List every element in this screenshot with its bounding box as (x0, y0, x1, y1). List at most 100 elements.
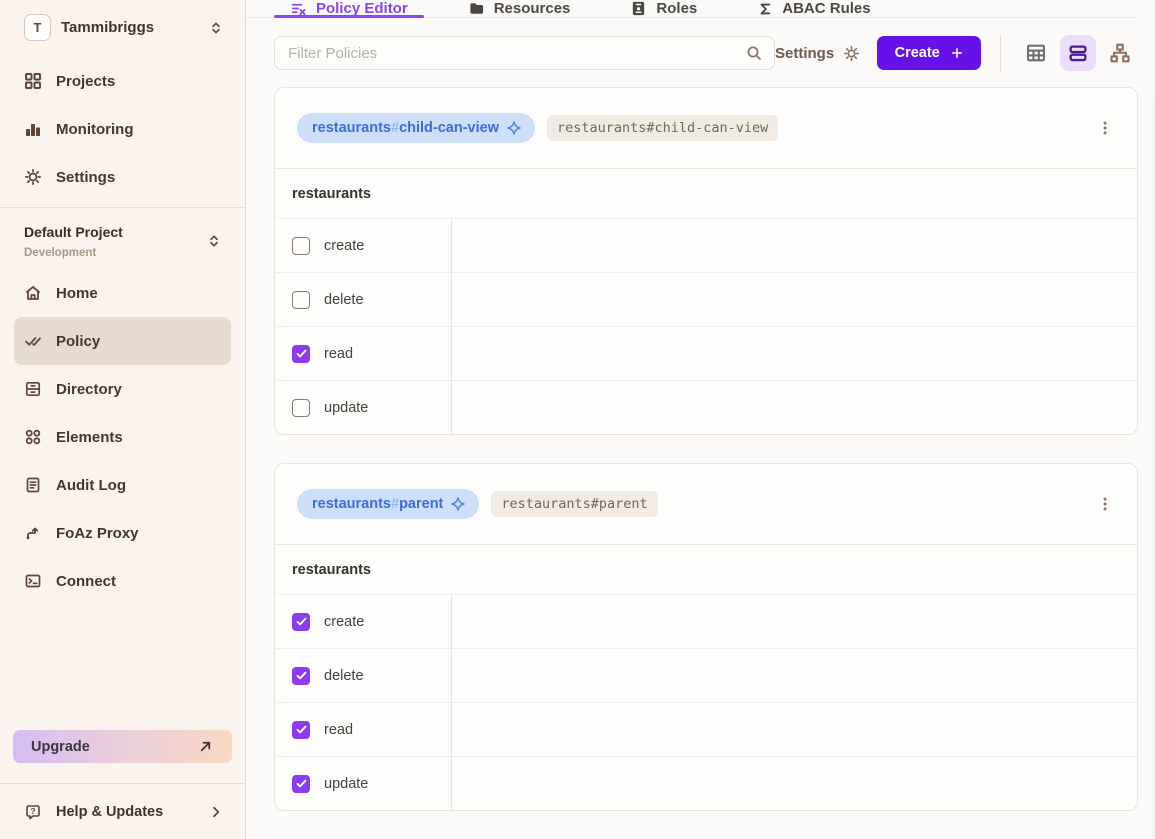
sidebar-item-label: Home (56, 285, 98, 302)
permission-roles-cell (452, 219, 1137, 272)
upgrade-button[interactable]: Upgrade (13, 730, 232, 763)
sidebar-item-home[interactable]: Home (14, 269, 231, 317)
role-badge[interactable]: restaurants#parent (297, 489, 479, 519)
workspace-selector[interactable]: T Tammibriggs (0, 0, 245, 53)
policy-toolbar: Settings Create (274, 35, 1138, 71)
help-bubble-icon: ? (24, 803, 42, 821)
policy-card-list: restaurants#child-can-view restaurants#c… (274, 87, 1138, 839)
create-label: Create (895, 45, 940, 61)
tab-roles[interactable]: Roles (614, 0, 713, 17)
permission-checkbox-update[interactable] (292, 775, 310, 793)
view-mode-toggle (1018, 35, 1138, 71)
tab-resources[interactable]: Resources (452, 0, 587, 17)
table-view-button[interactable] (1018, 35, 1054, 71)
sidebar-item-label: Settings (56, 169, 115, 186)
permission-row: read (275, 326, 1137, 380)
workspace-name: Tammibriggs (61, 19, 199, 36)
sidebar-item-directory[interactable]: Directory (14, 365, 231, 413)
sidebar-item-monitoring[interactable]: Monitoring (14, 105, 231, 153)
settings-label: Settings (775, 45, 834, 62)
sidebar-project-nav: Home Policy Directory (0, 269, 245, 605)
chevron-updown-icon (209, 21, 223, 35)
tab-policy-editor[interactable]: Policy Editor (274, 0, 424, 17)
gear-icon (24, 168, 42, 186)
role-badge-label: restaurants#parent (312, 496, 443, 512)
plus-icon (950, 46, 964, 60)
sidebar-item-label: Policy (56, 333, 100, 350)
permission-row: update (275, 380, 1137, 434)
folder-icon (468, 0, 485, 17)
rows-view-button[interactable] (1060, 35, 1096, 71)
sidebar-item-foaz-proxy[interactable]: FoAz Proxy (14, 509, 231, 557)
help-updates-label: Help & Updates (56, 804, 163, 820)
permission-checkbox-create[interactable] (292, 237, 310, 255)
create-button[interactable]: Create (877, 36, 981, 70)
permission-label: update (324, 400, 368, 416)
permission-row: create (275, 218, 1137, 272)
role-badge-label: restaurants#child-can-view (312, 120, 499, 136)
sidebar-item-label: Elements (56, 429, 123, 446)
sidebar-spacer (0, 605, 245, 730)
project-name: Default Project (24, 224, 123, 240)
double-check-icon (24, 332, 42, 350)
permission-label: create (324, 238, 364, 254)
permission-roles-cell (452, 381, 1137, 434)
sidebar-top-nav: Projects Monitoring Settings (0, 53, 245, 201)
resource-name: restaurants (292, 562, 371, 578)
sidebar-item-settings[interactable]: Settings (14, 153, 231, 201)
permission-roles-cell (452, 757, 1137, 810)
sidebar-item-projects[interactable]: Projects (14, 57, 231, 105)
permission-checkbox-delete[interactable] (292, 291, 310, 309)
permission-checkbox-update[interactable] (292, 399, 310, 417)
permission-checkbox-read[interactable] (292, 345, 310, 363)
policy-key-tag: restaurants#child-can-view (547, 115, 778, 141)
resource-header-row: restaurants (275, 168, 1137, 218)
tab-label: Resources (494, 0, 571, 17)
sidebar-item-connect[interactable]: Connect (14, 557, 231, 605)
sidebar: T Tammibriggs Projects Monitorin (0, 0, 246, 839)
kebab-menu-button[interactable] (1091, 490, 1119, 518)
gear-icon (843, 45, 860, 62)
policy-settings-button[interactable]: Settings (775, 45, 860, 62)
kebab-menu-button[interactable] (1091, 114, 1119, 142)
search-icon (745, 44, 763, 62)
permission-label: create (324, 614, 364, 630)
upgrade-label: Upgrade (31, 739, 90, 755)
permission-label: delete (324, 292, 364, 308)
permission-label: read (324, 722, 353, 738)
graph-view-button[interactable] (1102, 35, 1138, 71)
sidebar-item-audit-log[interactable]: Audit Log (14, 461, 231, 509)
help-updates-button[interactable]: ? Help & Updates (0, 783, 245, 839)
permission-label: update (324, 776, 368, 792)
sidebar-item-elements[interactable]: Elements (14, 413, 231, 461)
projects-grid-icon (24, 72, 42, 90)
role-badge[interactable]: restaurants#child-can-view (297, 113, 535, 143)
sparkle-diamond-icon (506, 120, 522, 136)
permission-checkbox-delete[interactable] (292, 667, 310, 685)
permission-row: delete (275, 648, 1137, 702)
cabinet-icon (24, 380, 42, 398)
project-environment: Development (24, 247, 123, 259)
filter-policies-input[interactable] (274, 36, 775, 70)
permission-checkbox-read[interactable] (292, 721, 310, 739)
policy-key-tag: restaurants#parent (491, 491, 657, 517)
permission-roles-cell (452, 703, 1137, 756)
permission-row: delete (275, 272, 1137, 326)
svg-text:?: ? (30, 805, 35, 815)
workspace-avatar: T (24, 14, 51, 41)
permission-checkbox-create[interactable] (292, 613, 310, 631)
sidebar-item-label: Monitoring (56, 121, 133, 138)
tab-label: Policy Editor (316, 0, 408, 17)
circles-grid-icon (24, 428, 42, 446)
terminal-icon (24, 572, 42, 590)
sidebar-item-policy[interactable]: Policy (14, 317, 231, 365)
permission-label: read (324, 346, 353, 362)
sidebar-item-label: Directory (56, 381, 122, 398)
project-selector[interactable]: Default Project Development (0, 208, 245, 269)
permission-roles-cell (452, 327, 1137, 380)
tab-abac-rules[interactable]: ABAC Rules (741, 0, 886, 17)
policy-editor-icon (290, 0, 307, 17)
main-content: Policy Editor Resources Roles (246, 0, 1155, 839)
policy-tabbar: Policy Editor Resources Roles (246, 0, 1138, 18)
sparkle-diamond-icon (450, 496, 466, 512)
